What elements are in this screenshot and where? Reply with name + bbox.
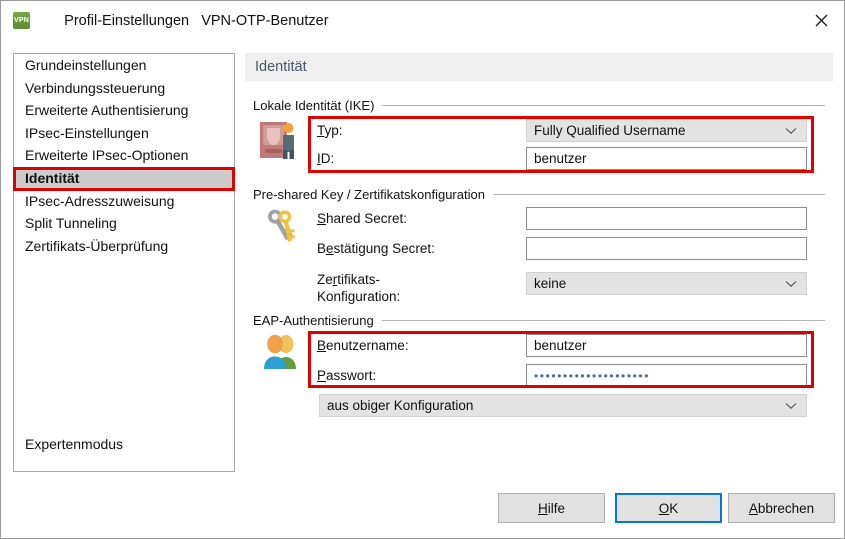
id-card-icon <box>257 118 301 165</box>
help-button[interactable]: Hilfe <box>498 493 605 523</box>
eap-source-value: aus obiger Konfiguration <box>327 398 474 413</box>
label-typ: Typ: <box>317 123 343 138</box>
vpn-app-icon-label: VPN <box>14 17 29 24</box>
sidebar-item-erweiterte-ipsec-optionen[interactable]: Erweiterte IPsec-Optionen <box>14 144 234 167</box>
group-lokale-identitaet: Lokale Identität (IKE) <box>253 97 825 113</box>
vpn-app-icon: VPN <box>13 12 30 29</box>
page-title: Identität <box>245 53 833 81</box>
benutzername-value: benutzer <box>534 338 587 353</box>
label-id: ID: <box>317 151 335 166</box>
chevron-down-icon <box>785 278 797 290</box>
settings-nav-list[interactable]: Grundeinstellungen Verbindungssteuerung … <box>13 53 235 472</box>
id-input[interactable]: benutzer <box>526 147 807 170</box>
group-preshared-key: Pre-shared Key / Zertifikatskonfiguratio… <box>253 186 825 202</box>
window-title: Profil-Einstellungen VPN-OTP-Benutzer <box>40 0 329 45</box>
window-title-profile: VPN-OTP-Benutzer <box>201 12 329 29</box>
sidebar-item-verbindungssteuerung[interactable]: Verbindungssteuerung <box>14 77 234 100</box>
sidebar-item-ipsec-einstellungen[interactable]: IPsec-Einstellungen <box>14 122 234 145</box>
label-bestaetigung-secret: Bestätigung Secret: <box>317 241 435 256</box>
chevron-down-icon <box>785 400 797 412</box>
sidebar-item-split-tunneling[interactable]: Split Tunneling <box>14 212 234 235</box>
sidebar-item-ipsec-adresszuweisung[interactable]: IPsec-Adresszuweisung <box>14 190 234 213</box>
chevron-down-icon <box>785 125 797 137</box>
group-divider <box>381 319 825 321</box>
zertifikats-konfiguration-value: keine <box>534 276 567 291</box>
label-passwort: Passwort: <box>317 368 377 383</box>
group-divider <box>492 193 825 195</box>
passwort-input[interactable]: •••••••••••••••••••• <box>526 364 807 387</box>
typ-dropdown[interactable]: Fully Qualified Username <box>526 119 807 142</box>
group-title-eap-authentisierung: EAP-Authentisierung <box>253 312 374 328</box>
users-icon <box>259 331 303 378</box>
close-button[interactable] <box>798 1 844 39</box>
sidebar-item-expertenmodus[interactable]: Expertenmodus <box>14 433 234 456</box>
profile-settings-dialog: VPN Profil-Einstellungen VPN-OTP-Benutze… <box>0 0 845 539</box>
keys-icon <box>259 205 303 252</box>
label-shared-secret: Shared Secret: <box>317 211 408 226</box>
window-title-main: Profil-Einstellungen <box>64 12 190 29</box>
sidebar-item-grundeinstellungen[interactable]: Grundeinstellungen <box>14 54 234 77</box>
group-eap-authentisierung: EAP-Authentisierung <box>253 312 825 328</box>
ok-button[interactable]: OK <box>615 493 722 523</box>
id-input-value: benutzer <box>534 151 587 166</box>
sidebar-item-identitaet[interactable]: Identität <box>14 166 234 190</box>
zertifikats-konfiguration-dropdown[interactable]: keine <box>526 272 807 295</box>
group-title-lokale-identitaet: Lokale Identität (IKE) <box>253 97 375 113</box>
label-benutzername: Benutzername: <box>317 338 409 353</box>
label-zertifikats-konfiguration-line2: Konfiguration: <box>317 289 401 304</box>
group-title-preshared-key: Pre-shared Key / Zertifikatskonfiguratio… <box>253 186 485 202</box>
title-bar: VPN Profil-Einstellungen VPN-OTP-Benutze… <box>1 1 844 40</box>
cancel-button[interactable]: Abbrechen <box>728 493 835 523</box>
passwort-value: •••••••••••••••••••• <box>534 368 651 383</box>
settings-content-pane: Identität Lokale Identität (IKE) Typ: Fu… <box>245 53 833 472</box>
group-divider <box>382 104 825 106</box>
sidebar-item-erweiterte-authentisierung[interactable]: Erweiterte Authentisierung <box>14 99 234 122</box>
typ-dropdown-value: Fully Qualified Username <box>534 123 686 138</box>
benutzername-input[interactable]: benutzer <box>526 334 807 357</box>
sidebar-item-zertifikats-ueberpruefung[interactable]: Zertifikats-Überprüfung <box>14 235 234 258</box>
bestaetigung-secret-input[interactable] <box>526 237 807 260</box>
label-zertifikats-konfiguration: Zertifikats- Konfiguration: <box>317 272 401 304</box>
eap-source-dropdown[interactable]: aus obiger Konfiguration <box>319 394 807 417</box>
close-icon <box>815 14 828 27</box>
dialog-footer: Hilfe OK Abbrechen <box>1 480 845 538</box>
shared-secret-input[interactable] <box>526 207 807 230</box>
